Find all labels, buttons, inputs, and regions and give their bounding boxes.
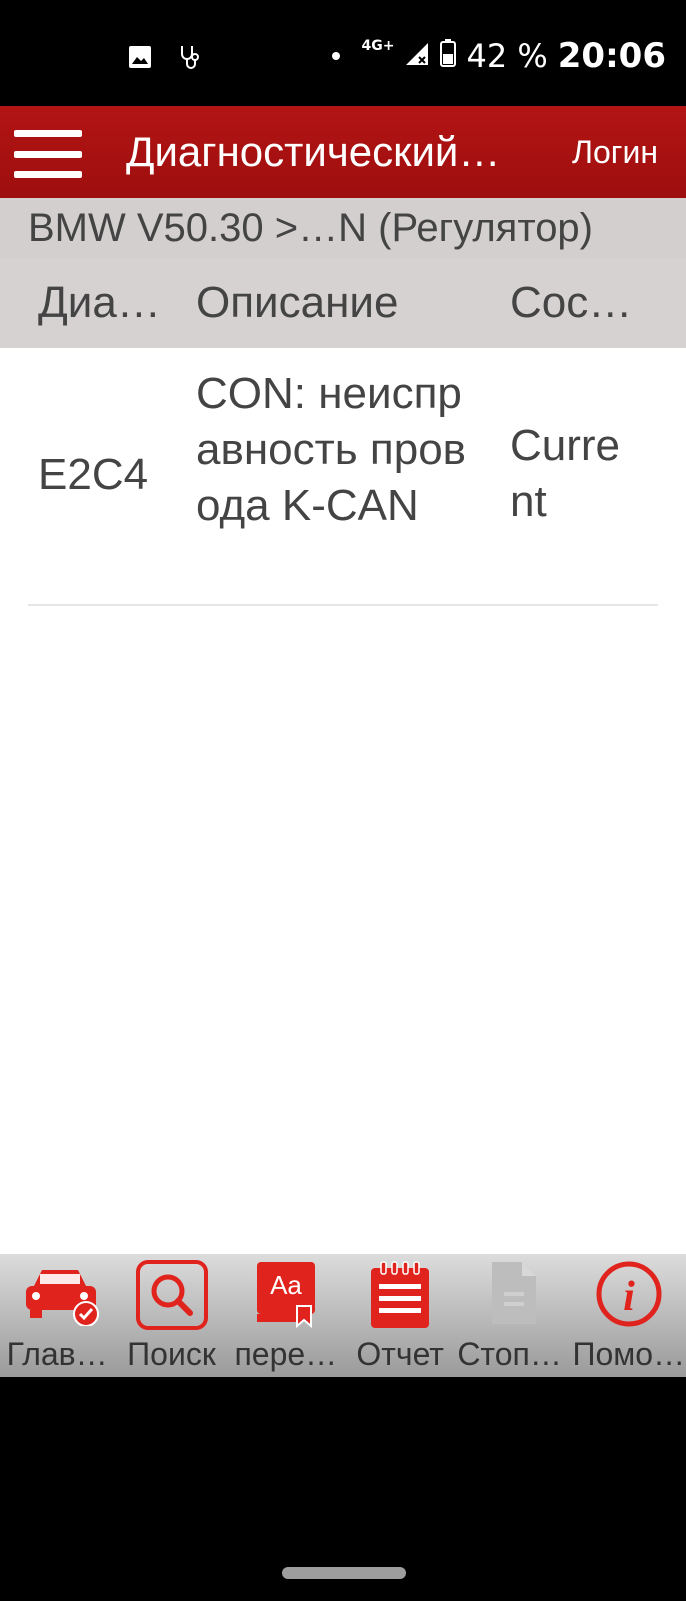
content-area: Диа… Описание Сос… E2C4 CON: неисправнос… [0,258,686,1254]
table-header: Диа… Описание Сос… [0,258,686,348]
home-gesture-handle[interactable] [282,1567,406,1579]
document-icon [479,1260,549,1326]
toolbar-stop-button: Стоп-… [457,1254,572,1377]
fault-code: E2C4 [38,450,149,499]
battery-icon [440,37,457,75]
login-button[interactable]: Логин [572,134,658,171]
notification-dot [331,52,340,60]
image-notification-icon [128,45,152,73]
hamburger-menu-icon[interactable] [14,130,82,178]
toolbar-home-button[interactable]: Глав… [0,1254,114,1377]
clock: 20:06 [557,36,666,76]
toolbar-search-label: Поиск [127,1336,216,1372]
toolbar-help-button[interactable]: i Помо… [572,1254,686,1377]
status-right: 4G+ 42 % 20:06 [331,36,666,76]
header-description: Описание [196,278,399,327]
svg-text:Aa: Aa [270,1270,302,1300]
svg-text:i: i [623,1274,635,1320]
toolbar-translate-label: пере… [234,1336,338,1372]
battery-level: 42 % [466,37,548,75]
translate-icon: Aa [251,1260,321,1329]
app-title: Диагностический… [126,128,501,175]
status-left [128,44,204,74]
toolbar-translate-button[interactable]: Aa пере… [229,1254,343,1377]
header-status: Сос… [510,278,633,327]
info-icon: i [594,1260,664,1327]
stethoscope-icon [178,44,204,74]
toolbar-report-button[interactable]: Отчет [343,1254,457,1377]
fault-description: CON: неисправность провода K-CAN [196,369,467,530]
network-type: 4G+ [361,38,395,54]
toolbar-stop-label: Стоп-… [457,1336,572,1372]
toolbar-help-label: Помо… [572,1336,686,1372]
system-nav-area [0,1377,686,1601]
header-code: Диа… [38,278,161,327]
toolbar-search-button[interactable]: Поиск [114,1254,228,1377]
breadcrumb: BMW V50.30 >…N (Регулятор) [0,198,686,258]
report-icon [365,1260,435,1328]
status-bar: 4G+ 42 % 20:06 [0,0,686,106]
bottom-toolbar: Глав… Поиск Aa пере… Отчет Стоп-… i Помо… [0,1254,686,1377]
toolbar-home-label: Глав… [6,1336,108,1372]
table-row[interactable]: E2C4 CON: неисправность провода K-CAN Cu… [28,348,658,606]
app-bar: Диагностический… Логин [0,106,686,198]
fault-status: Current [510,421,621,526]
car-check-icon [22,1260,100,1327]
search-icon [136,1260,209,1330]
toolbar-report-label: Отчет [356,1336,444,1372]
signal-icon [404,37,430,75]
